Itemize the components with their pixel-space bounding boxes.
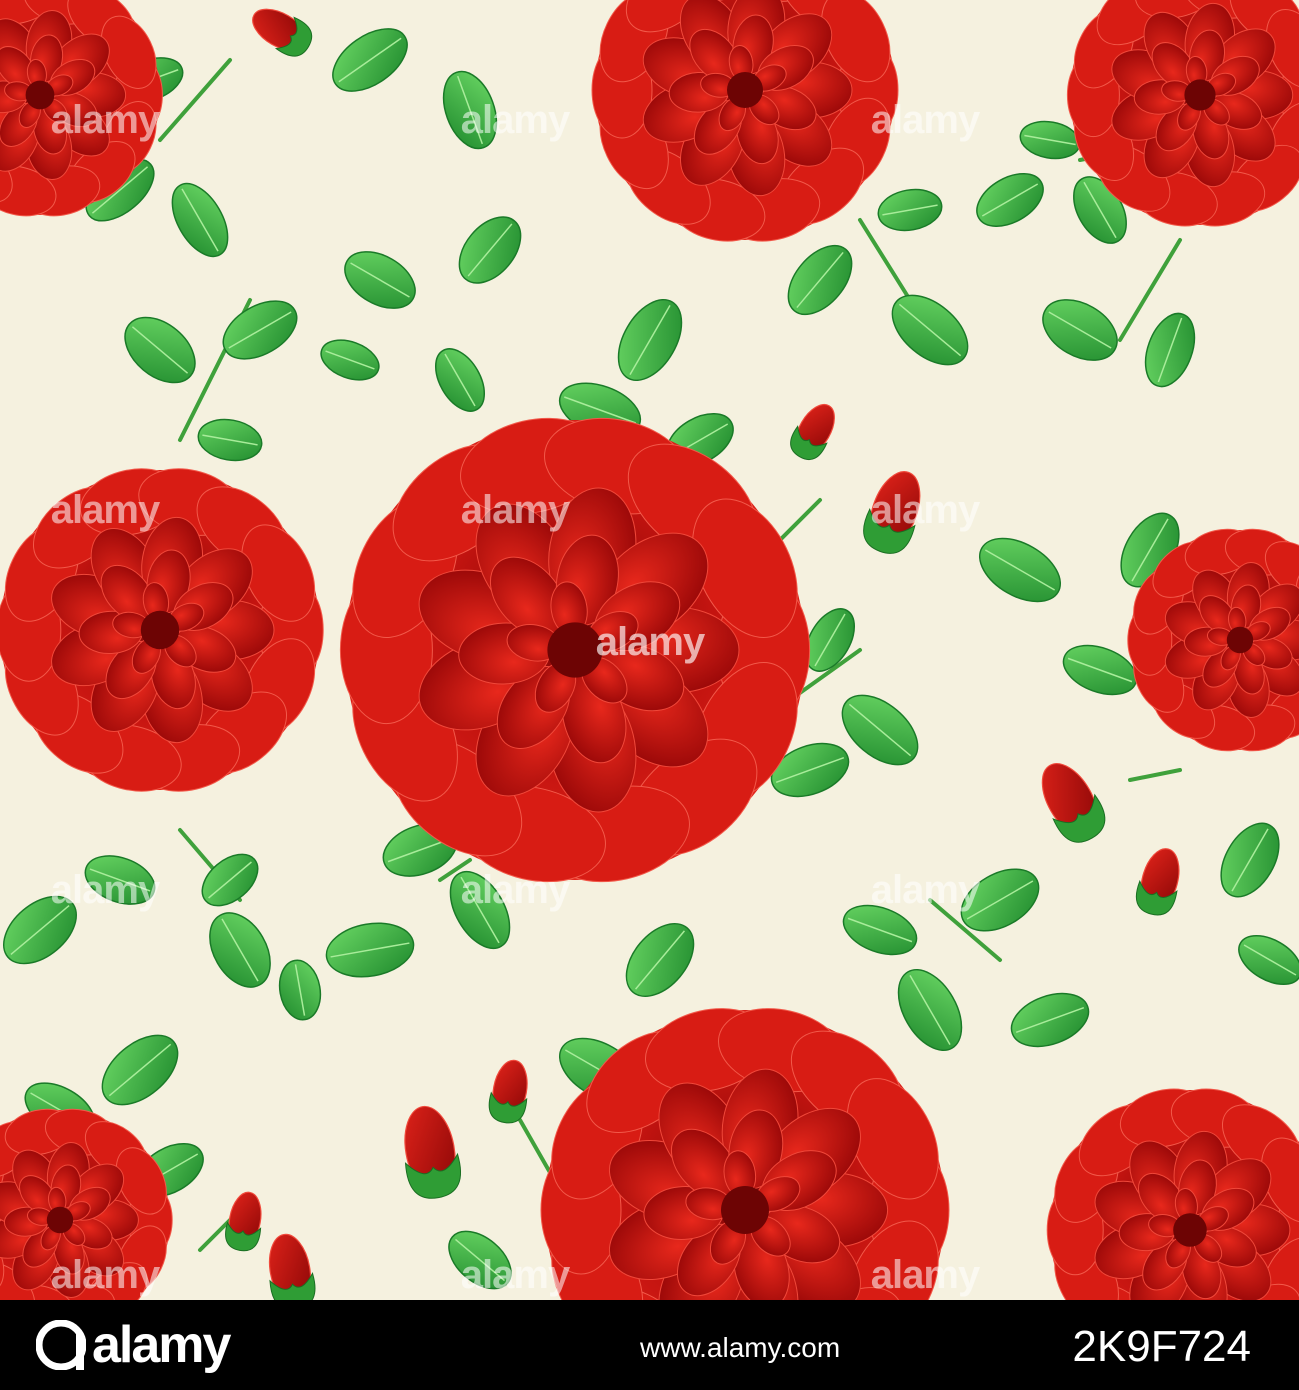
leaf — [325, 922, 415, 978]
footer-bar: alamy 2K9F724 www.alamy.com — [0, 1300, 1299, 1390]
watermark-text: alamy — [460, 867, 570, 912]
watermark-row: alamy alamy alamy — [0, 97, 1299, 142]
watermark-text: alamy — [50, 97, 160, 142]
watermark-text: alamy — [870, 867, 980, 912]
rose-bud — [225, 1191, 262, 1252]
alamy-logo-icon — [35, 1319, 87, 1371]
alamy-url[interactable]: www.alamy.com — [640, 1332, 840, 1364]
watermark-text: alamy — [50, 1252, 160, 1297]
leaf — [222, 300, 298, 360]
leaf — [332, 28, 408, 92]
leaf — [897, 968, 963, 1052]
watermark-row: alamy alamy alamy — [0, 867, 1299, 912]
leaf — [209, 912, 271, 988]
leaf — [976, 173, 1044, 227]
leaf — [124, 316, 196, 384]
watermark-text: alamy — [50, 867, 160, 912]
leaf — [171, 182, 229, 258]
leaf — [625, 922, 695, 998]
rose-pattern-image: alamy alamy alamy alamy alamy alamy alam… — [0, 0, 1299, 1300]
leaf — [1238, 934, 1299, 986]
stem — [858, 218, 912, 302]
leaf — [1144, 312, 1196, 388]
watermark-text: alamy — [460, 97, 570, 142]
leaf — [877, 188, 943, 232]
rose-bud — [404, 1105, 462, 1199]
watermark-text: alamy — [460, 487, 570, 532]
rose-bud — [488, 1059, 528, 1124]
watermark-row: alamy alamy alamy — [0, 487, 1299, 532]
stock-image-frame: alamy alamy alamy alamy alamy alamy alam… — [0, 0, 1299, 1390]
leaf — [458, 216, 522, 284]
leaf — [278, 959, 322, 1021]
watermark-text: alamy — [870, 97, 980, 142]
leaf — [101, 1034, 179, 1106]
watermark-text: alamy — [870, 487, 980, 532]
leaf — [891, 294, 969, 366]
alamy-logo: alamy — [35, 1316, 231, 1374]
leaf — [320, 339, 380, 381]
leaf — [617, 298, 683, 382]
watermark-row: alamy alamy alamy — [0, 1252, 1299, 1297]
stem — [1128, 768, 1182, 782]
rose-bud — [790, 403, 835, 461]
leaf — [1010, 992, 1090, 1048]
leaf — [434, 348, 486, 412]
rose-bud — [252, 8, 313, 57]
watermark-text: alamy — [870, 1252, 980, 1297]
leaf — [197, 418, 263, 462]
watermark-text: alamy — [50, 487, 160, 532]
leaf — [344, 251, 416, 309]
leaf — [1042, 299, 1118, 361]
image-id: 2K9F724 — [1072, 1322, 1251, 1371]
alamy-logo-text: alamy — [92, 1316, 231, 1374]
watermark-text: alamy — [460, 1252, 570, 1297]
leaf — [978, 537, 1062, 603]
leaf — [787, 244, 853, 316]
rose-bud — [1041, 763, 1106, 843]
watermark-center: alamy — [595, 620, 705, 664]
